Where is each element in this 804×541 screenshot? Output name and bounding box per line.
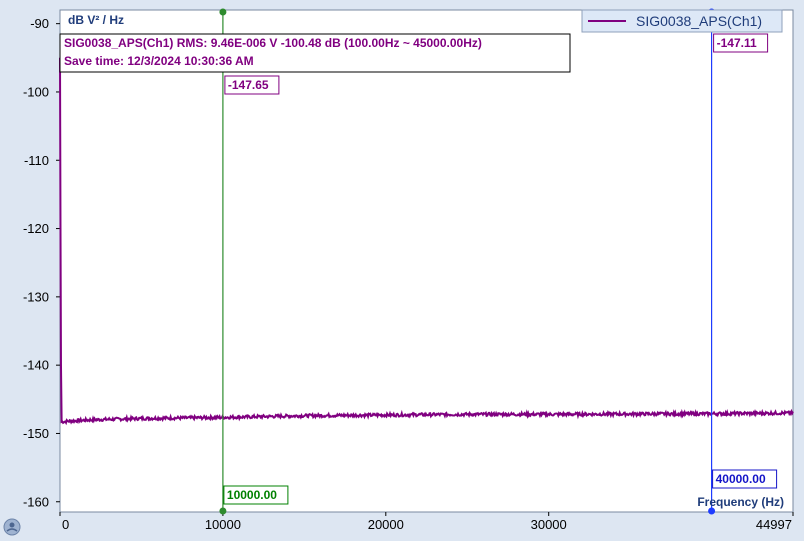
x-tick-label: 0 <box>62 517 69 532</box>
y-tick-label: -150 <box>23 426 49 441</box>
x-tick-label: 10000 <box>205 517 241 532</box>
legend-label: SIG0038_APS(Ch1) <box>636 13 762 29</box>
chart: -90 -100 -110 -120 -130 -140 -150 -160 0 10000 20… <box>3 8 794 536</box>
y-unit-label: dB V² / Hz <box>68 13 124 27</box>
cursor-y-readout: -147.11 <box>717 36 757 50</box>
cursor-handle[interactable] <box>219 8 227 16</box>
x-tick-label: 30000 <box>531 517 567 532</box>
cursor-handle[interactable] <box>219 507 227 515</box>
y-tick-label: -100 <box>23 84 49 99</box>
cursor-y-readout: -147.65 <box>228 78 269 92</box>
info-box: SIG0038_APS(Ch1) RMS: 9.46E-006 V -100.4… <box>59 33 571 73</box>
rms-info: SIG0038_APS(Ch1) RMS: 9.46E-006 V -100.4… <box>64 36 482 50</box>
save-time: Save time: 12/3/2024 10:30:36 AM <box>64 54 254 68</box>
x-tick-label: 20000 <box>368 517 404 532</box>
cursor-x-readout: 10000.00 <box>227 488 277 502</box>
x-axis-title: Frequency (Hz) <box>697 495 784 509</box>
y-tick-label: -110 <box>24 153 49 168</box>
plot-area <box>59 9 794 513</box>
x-tick-label: 44997 <box>756 517 792 532</box>
y-tick-label: -130 <box>23 289 49 304</box>
legend[interactable]: SIG0038_APS(Ch1) <box>581 9 783 33</box>
cursor-x-readout: 40000.00 <box>716 472 766 486</box>
corner-grip-icon[interactable] <box>3 518 21 536</box>
y-tick-label: -90 <box>30 16 49 31</box>
y-tick-label: -160 <box>23 494 49 509</box>
y-tick-label: -120 <box>23 221 49 236</box>
y-tick-label: -140 <box>23 358 49 373</box>
